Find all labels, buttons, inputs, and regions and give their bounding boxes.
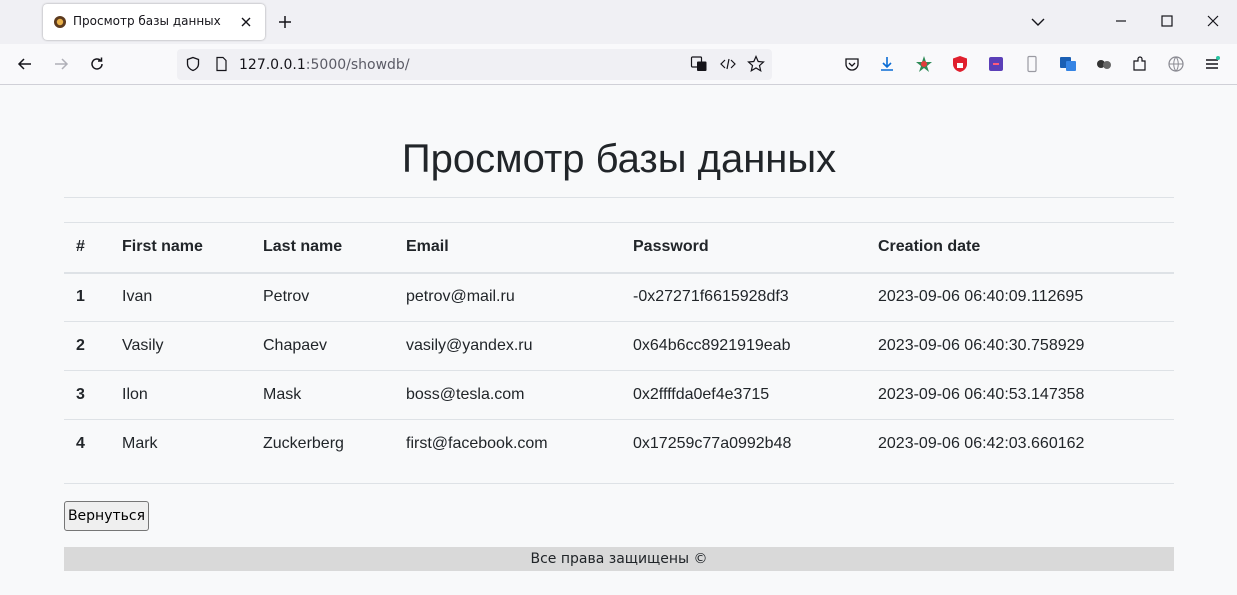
maximize-icon[interactable] [1158, 12, 1176, 30]
column-header-creation-date: Creation date [866, 222, 1174, 274]
cell-email: first@facebook.com [406, 435, 548, 453]
address-bar[interactable]: 127.0.0.1:5000/showdb/ [177, 49, 772, 80]
cell-creation-date: 2023-09-06 06:42:03.660162 [878, 435, 1085, 453]
cell-index: 4 [76, 435, 85, 453]
cell-last-name: Petrov [251, 272, 394, 322]
url-host: 127.0.0.1 [239, 57, 306, 73]
ublock-shield-icon[interactable] [951, 55, 969, 73]
table-row: 1 Ivan Petrov petrov@mail.ru -0x27271f66… [64, 272, 1174, 322]
page-content: Просмотр базы данных # First name Last n… [0, 85, 1237, 595]
cell-creation-date: 2023-09-06 06:40:30.758929 [866, 321, 1174, 371]
table-bottom-divider [64, 483, 1174, 484]
cell-creation-date: 2023-09-06 06:40:09.112695 [866, 272, 1174, 322]
table-row: 3 Ilon Mask boss@tesla.com 0x2ffffda0ef4… [64, 370, 1174, 420]
browser-tab[interactable]: Просмотр базы данных [43, 4, 265, 40]
close-tab-icon[interactable] [238, 14, 254, 30]
cell-email: vasily@yandex.ru [394, 321, 621, 371]
cell-password: 0x2ffffda0ef4e3715 [621, 370, 866, 420]
phone-device-icon[interactable] [1023, 55, 1041, 73]
cell-password: 0x64b6cc8921919eab [621, 321, 866, 371]
column-header-password: Password [621, 222, 866, 274]
table-header-row: # First name Last name Email Password Cr… [64, 222, 1174, 274]
column-header-first-name: First name [110, 222, 251, 274]
close-window-icon[interactable] [1204, 12, 1222, 30]
bookmark-star-icon[interactable] [747, 55, 765, 73]
puzzle-extensions-icon[interactable] [1131, 55, 1149, 73]
cell-email: boss@tesla.com [394, 370, 621, 420]
cell-first-name: Vasily [110, 321, 251, 371]
cell-password: 0x17259c77a0992b48 [633, 435, 792, 453]
minimize-icon[interactable] [1112, 12, 1130, 30]
page-title: Просмотр базы данных [401, 137, 837, 181]
column-header-email: Email [394, 222, 621, 274]
cell-index: 2 [64, 321, 110, 371]
translate-icon[interactable] [690, 55, 708, 73]
pocket-icon[interactable] [843, 55, 861, 73]
column-header-last-name: Last name [251, 222, 394, 274]
hamburger-menu-icon[interactable] [1203, 55, 1221, 73]
column-header-index: # [64, 222, 110, 274]
cell-index: 3 [64, 370, 110, 420]
tab-title: Просмотр базы данных [73, 14, 221, 28]
footer: Все права защищены © [64, 547, 1174, 571]
back-button[interactable]: Вернуться [64, 501, 149, 531]
table-row: 4 Mark Zuckerberg first@facebook.com 0x1… [64, 420, 1174, 469]
reload-icon[interactable] [88, 55, 106, 73]
url-text: 127.0.0.1:5000/showdb/ [239, 57, 410, 73]
cell-email: petrov@mail.ru [394, 272, 621, 322]
site-favicon-icon [54, 16, 66, 28]
translate-extension-icon[interactable] [1059, 55, 1077, 73]
table-row: 2 Vasily Chapaev vasily@yandex.ru 0x64b6… [64, 321, 1174, 371]
title-divider [64, 197, 1174, 198]
cell-last-name: Zuckerberg [263, 435, 344, 453]
back-arrow-icon[interactable] [16, 55, 34, 73]
cell-first-name: Ilon [110, 370, 251, 420]
forward-arrow-icon[interactable] [52, 55, 70, 73]
cell-last-name: Mask [251, 370, 394, 420]
navigation-toolbar: 127.0.0.1:5000/showdb/ [0, 44, 1237, 85]
cell-password: -0x27271f6615928df3 [621, 272, 866, 322]
download-icon[interactable] [878, 55, 896, 73]
cell-last-name: Chapaev [251, 321, 394, 371]
new-tab-icon[interactable] [276, 13, 294, 31]
database-table: # First name Last name Email Password Cr… [64, 222, 1174, 469]
shield-icon[interactable] [185, 56, 201, 72]
balls-extension-icon[interactable] [1095, 55, 1113, 73]
tab-strip: Просмотр базы данных [0, 0, 1237, 44]
page-info-icon[interactable] [213, 56, 229, 72]
colorful-star-extension-icon[interactable] [915, 55, 933, 73]
cell-creation-date: 2023-09-06 06:40:53.147358 [866, 370, 1174, 420]
extension-icon[interactable] [987, 55, 1005, 73]
cell-first-name: Ivan [110, 272, 251, 322]
code-icon[interactable] [719, 55, 737, 73]
url-path: :5000/showdb/ [305, 57, 410, 73]
chevron-down-icon[interactable] [1030, 14, 1046, 30]
cell-first-name: Mark [122, 435, 158, 453]
cell-index: 1 [64, 272, 110, 322]
globe-icon[interactable] [1167, 55, 1185, 73]
